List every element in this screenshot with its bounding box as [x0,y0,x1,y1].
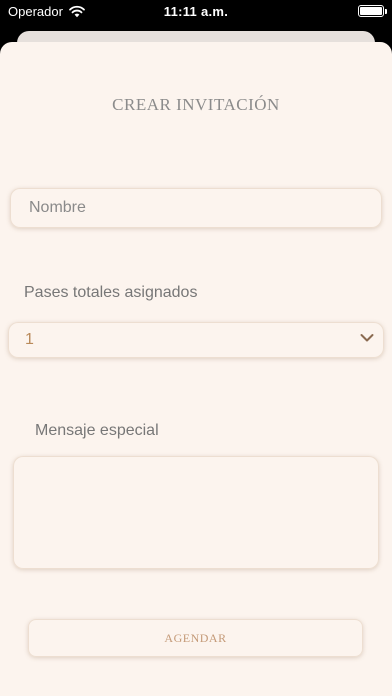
page-title: CREAR INVITACIÓN [112,95,280,114]
message-textarea[interactable] [13,456,379,569]
schedule-button[interactable]: AGENDAR [28,619,363,657]
schedule-button-label: AGENDAR [164,631,227,645]
passes-selected-value: 1 [25,331,34,348]
battery-icon [358,5,387,17]
message-field-container [13,456,379,569]
chevron-down-icon [360,334,374,342]
passes-label: Pases totales asignados [24,284,198,301]
passes-select[interactable]: 1 [8,322,384,358]
message-label: Mensaje especial [35,422,159,439]
status-bar: Operador 11:11 a.m. [0,0,392,26]
create-invitation-sheet [0,42,392,696]
name-field-container [10,188,382,228]
name-input[interactable] [10,188,382,228]
status-time: 11:11 a.m. [163,4,229,19]
